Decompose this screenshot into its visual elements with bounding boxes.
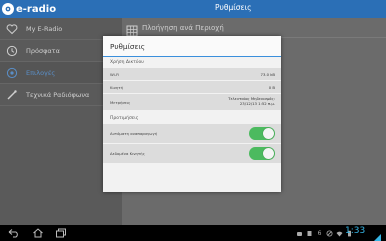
logo-text: e-radio [16,3,57,15]
sidebar-item-label: Τεχνικά Ραδιόφωνα [26,90,90,99]
preferences-section-header: Προτιμήσεις [110,116,139,121]
wifi-usage-label: Wi-Fi [110,71,120,77]
dialog-title: Ρυθμίσεις [103,36,281,57]
sidebar-item-label: Πρόσφατα [26,46,60,55]
autoplay-row: Αυτόματη αναπαραγωγή [103,124,281,144]
sd-card-icon [306,230,313,237]
grid-icon [126,22,138,36]
app-logo[interactable]: e-radio [2,2,56,16]
last-reset-date: 23/12/13 1:52 π.μ. [239,101,275,106]
last-reset-value: Τελευταίος Μηδενισμός: 23/12/13 1:52 π.μ… [228,96,275,107]
recent-apps-icon [55,228,67,238]
signal-icon [372,228,382,241]
system-nav-bar: 6 1:33 [0,225,386,241]
settings-dialog: Ρυθμίσεις Χρήση Δικτύου Wi-Fi 73.0 kB Κι… [103,36,281,192]
toggle-knob [263,148,274,159]
browse-by-region-row[interactable]: Πλοήγηση ανά Περιοχή [122,18,386,38]
home-icon [32,228,44,238]
wifi-icon [336,230,343,237]
mobile-data-row: Δεδομένα Κινητής [103,144,281,164]
back-icon [8,228,20,238]
recent-apps-button[interactable] [55,228,67,238]
app-title: Ρυθμίσεις [215,3,252,12]
mobile-usage-label: Κινητή [110,84,123,90]
toggle-knob [263,128,274,139]
wifi-usage-row: Wi-Fi 73.0 kB [103,68,281,81]
app-bar: e-radio Ρυθμίσεις [0,0,386,18]
mobile-usage-row: Κινητή 0 B [103,81,281,94]
status-clock: 1:33 [345,226,366,236]
back-button[interactable] [8,228,20,238]
wand-icon [6,89,18,101]
reset-counters-label: Μετρήσεις [110,99,131,105]
lte-indicator: 6 [317,229,322,237]
mobile-data-toggle[interactable] [249,147,275,160]
sidebar-item-label: Επιλογές [26,68,56,77]
mobile-usage-value: 0 B [268,84,275,90]
clock-icon [6,45,18,57]
android-icon [296,230,303,237]
sidebar-item-label: My E-Radio [26,24,63,33]
mobile-data-label: Δεδομένα Κινητής [110,151,145,156]
settings-icon [6,67,18,79]
autoplay-toggle[interactable] [249,127,275,140]
autoplay-label: Αυτόματη αναπαραγωγή [110,131,158,136]
wifi-usage-value: 73.0 kB [260,71,275,77]
reset-counters-row[interactable]: Μετρήσεις Τελευταίος Μηδενισμός: 23/12/1… [103,94,281,111]
heart-icon [6,23,18,35]
home-button[interactable] [32,228,44,238]
network-usage-section-header: Χρήση Δικτύου [110,60,144,65]
browse-by-region-label: Πλοήγηση ανά Περιοχή [142,23,224,32]
radio-logo-icon [2,3,14,15]
no-sim-icon [326,230,333,237]
